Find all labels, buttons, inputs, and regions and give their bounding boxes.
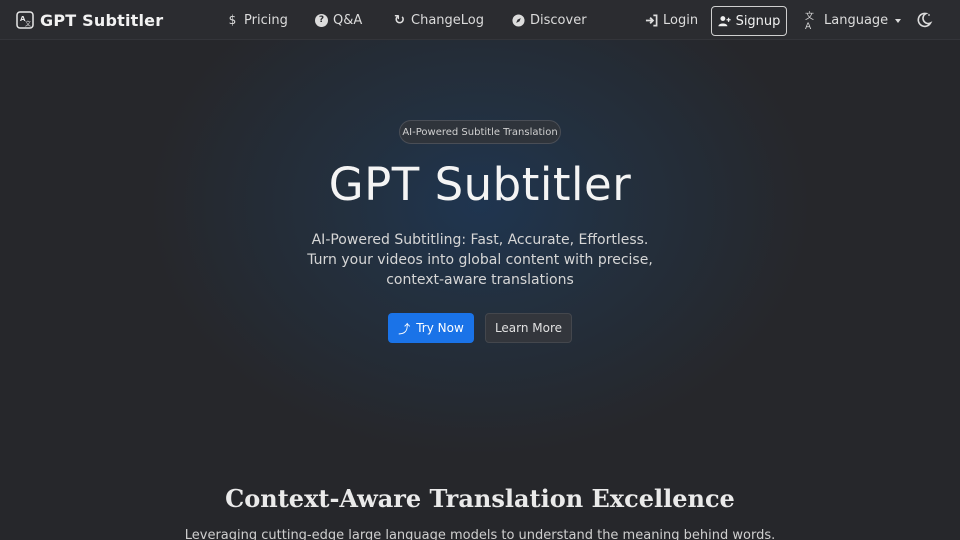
- nav-discover[interactable]: Discover: [512, 0, 587, 40]
- learn-more-label: Learn More: [494, 321, 563, 335]
- sign-in-icon: [645, 14, 658, 26]
- question-circle-icon: ?: [315, 13, 328, 27]
- share-arrow-icon: ⤴: [398, 321, 411, 336]
- svg-text:文: 文: [25, 20, 31, 28]
- signup-button[interactable]: Signup: [711, 6, 787, 36]
- signup-label: Signup: [735, 13, 781, 29]
- brand-name: GPT Subtitler: [40, 10, 164, 30]
- nav-login[interactable]: Login: [645, 0, 698, 40]
- translate-language-icon: 文A: [805, 11, 815, 32]
- hero-title: GPT Subtitler: [328, 158, 632, 211]
- refresh-icon: ↻: [394, 12, 405, 28]
- nav-qa[interactable]: ? Q&A: [315, 0, 362, 40]
- language-label: Language: [824, 12, 889, 28]
- language-dropdown[interactable]: 文A Language: [805, 0, 902, 40]
- translate-icon: A 文: [16, 11, 34, 29]
- chevron-down-icon: [895, 18, 902, 23]
- hero-subtitle-line: AI-Powered Subtitling: Fast, Accurate, E…: [311, 232, 649, 248]
- learn-more-button[interactable]: Learn More: [485, 313, 572, 343]
- user-plus-icon: [717, 16, 731, 27]
- top-navbar: A 文 GPT Subtitler $ Pricing ? Q&A ↻ Chan…: [0, 0, 960, 40]
- try-now-button[interactable]: ⤴ Try Now: [388, 313, 474, 343]
- nav-pricing[interactable]: $ Pricing: [226, 0, 288, 40]
- dollar-icon: $: [228, 13, 237, 27]
- section-description: Leveraging cutting-edge large language m…: [184, 528, 776, 540]
- hero-subtitle: AI-Powered Subtitling: Fast, Accurate, E…: [280, 230, 680, 290]
- hero-subtitle-line: Turn your videos into global content wit…: [307, 252, 653, 268]
- moon-icon[interactable]: [915, 11, 933, 29]
- nav-changelog[interactable]: ↻ ChangeLog: [393, 0, 484, 40]
- compass-icon: [512, 13, 525, 27]
- nav-login-label: Login: [663, 12, 699, 28]
- hero-badge: AI-Powered Subtitle Translation: [399, 120, 561, 144]
- nav-changelog-label: ChangeLog: [411, 12, 484, 28]
- nav-qa-label: Q&A: [333, 12, 363, 28]
- nav-discover-label: Discover: [530, 12, 587, 28]
- brand-logo-link[interactable]: A 文 GPT Subtitler: [16, 0, 163, 40]
- section-title: Context-Aware Translation Excellence: [225, 484, 735, 513]
- nav-pricing-label: Pricing: [244, 12, 288, 28]
- try-now-label: Try Now: [416, 321, 464, 335]
- hero-subtitle-line: context-aware translations: [386, 272, 574, 288]
